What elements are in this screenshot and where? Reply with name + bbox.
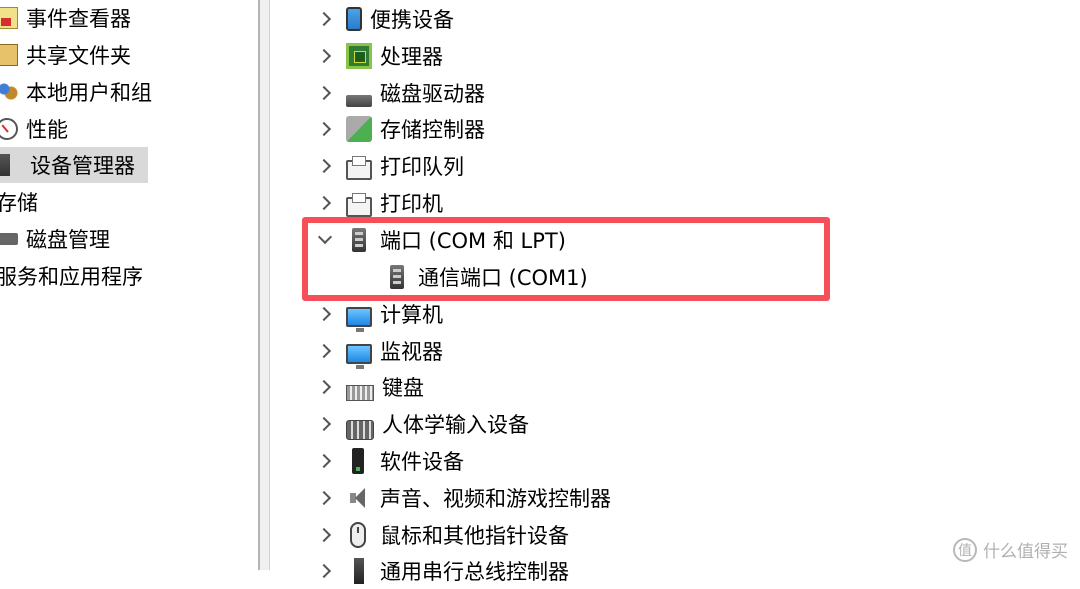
chevron-right-icon[interactable]: [314, 45, 336, 67]
chevron-right-icon[interactable]: [314, 155, 336, 177]
nav-item-disk-management[interactable]: 磁盘管理: [0, 221, 110, 257]
nav-item-storage[interactable]: 存储: [0, 184, 38, 220]
tree-item-printers[interactable]: 打印机: [270, 184, 443, 221]
device-manager-icon: [0, 154, 10, 176]
nav-item-performance[interactable]: 性能: [0, 111, 68, 147]
tree-item-disk-drives[interactable]: 磁盘驱动器: [270, 74, 485, 111]
nav-item-label: 设备管理器: [30, 154, 135, 178]
disk-drive-icon: [346, 94, 372, 107]
nav-item-shared-folders[interactable]: 共享文件夹: [0, 37, 131, 73]
mouse-icon: [350, 521, 366, 548]
chevron-right-icon[interactable]: [314, 8, 336, 30]
computer-icon: [346, 306, 372, 332]
nav-item-device-manager[interactable]: 设备管理器: [0, 147, 148, 183]
chevron-right-icon[interactable]: [314, 560, 336, 582]
tree-item-label: 通用串行总线控制器: [380, 559, 569, 584]
tree-item-label: 监视器: [380, 339, 443, 364]
monitor-icon: [346, 343, 372, 369]
tree-item-monitors[interactable]: 监视器: [270, 332, 443, 369]
local-users-icon: [0, 81, 18, 103]
watermark-text: 什么值得买: [983, 542, 1068, 562]
nav-item-event-viewer[interactable]: 事件查看器: [0, 0, 131, 36]
nav-item-label: 事件查看器: [26, 7, 131, 31]
tree-item-label: 便携设备: [370, 7, 454, 32]
tree-item-label: 键盘: [382, 375, 424, 400]
chevron-right-icon[interactable]: [314, 376, 336, 398]
printer-icon: [346, 192, 372, 217]
chevron-right-icon[interactable]: [314, 413, 336, 435]
nav-item-label: 本地用户和组: [26, 81, 152, 105]
chevron-right-icon[interactable]: [314, 487, 336, 509]
chevron-right-icon[interactable]: [314, 303, 336, 325]
chevron-right-icon[interactable]: [314, 450, 336, 472]
nav-item-label: 磁盘管理: [26, 228, 110, 252]
event-viewer-icon: [0, 7, 18, 29]
tree-item-storage-controllers[interactable]: 存储控制器: [270, 110, 485, 147]
tree-item-label: 磁盘驱动器: [380, 81, 485, 106]
hid-icon: [346, 419, 374, 440]
chevron-right-icon[interactable]: [314, 82, 336, 104]
processor-icon: [346, 42, 372, 69]
chevron-right-icon[interactable]: [314, 118, 336, 140]
nav-item-services-apps[interactable]: 服务和应用程序: [0, 258, 143, 294]
tree-item-mice[interactable]: 鼠标和其他指针设备: [270, 516, 569, 553]
nav-item-label: 服务和应用程序: [0, 265, 143, 289]
watermark-logo-icon: 值: [953, 537, 977, 562]
disk-management-icon: [0, 233, 18, 245]
tree-item-keyboards[interactable]: 键盘: [270, 368, 424, 405]
printer-icon: [346, 155, 372, 180]
usb-icon: [354, 557, 364, 584]
tree-item-label: 处理器: [380, 44, 443, 69]
chevron-right-icon[interactable]: [314, 524, 336, 546]
performance-icon: [0, 118, 18, 140]
tree-item-label: 打印机: [380, 191, 443, 216]
keyboard-icon: [346, 384, 374, 401]
tree-item-portable-devices[interactable]: 便携设备: [270, 0, 454, 37]
tree-item-label: 计算机: [380, 302, 443, 327]
storage-controller-icon: [346, 115, 372, 142]
nav-item-label: 共享文件夹: [26, 44, 131, 68]
tree-item-label: 存储控制器: [380, 117, 485, 142]
nav-item-label: 性能: [26, 118, 68, 142]
pane-splitter[interactable]: [258, 0, 270, 570]
chevron-right-icon[interactable]: [314, 192, 336, 214]
nav-item-local-users[interactable]: 本地用户和组: [0, 74, 152, 110]
speaker-icon: [346, 485, 372, 511]
chevron-right-icon[interactable]: [314, 340, 336, 362]
tree-item-usb-controllers[interactable]: 通用串行总线控制器: [270, 552, 569, 589]
tree-item-sound-video[interactable]: 声音、视频和游戏控制器: [270, 479, 611, 516]
highlight-box: [302, 217, 830, 301]
tree-item-label: 鼠标和其他指针设备: [380, 523, 569, 548]
software-device-icon: [352, 447, 364, 474]
portable-device-icon: [346, 6, 362, 31]
shared-folders-icon: [0, 44, 18, 66]
tree-item-label: 软件设备: [380, 449, 464, 474]
nav-item-label: 存储: [0, 191, 38, 215]
navigation-pane: 事件查看器 共享文件夹 本地用户和组 性能 设备管理器 存储 磁盘管理 服务和应…: [0, 0, 258, 570]
tree-item-processors[interactable]: 处理器: [270, 37, 443, 74]
tree-item-label: 声音、视频和游戏控制器: [380, 486, 611, 511]
tree-item-software-devices[interactable]: 软件设备: [270, 442, 464, 479]
watermark: 值 什么值得买: [953, 537, 1068, 562]
tree-item-print-queues[interactable]: 打印队列: [270, 147, 464, 184]
tree-item-hid[interactable]: 人体学输入设备: [270, 405, 529, 442]
tree-item-label: 打印队列: [380, 154, 464, 179]
tree-item-label: 人体学输入设备: [382, 412, 529, 437]
